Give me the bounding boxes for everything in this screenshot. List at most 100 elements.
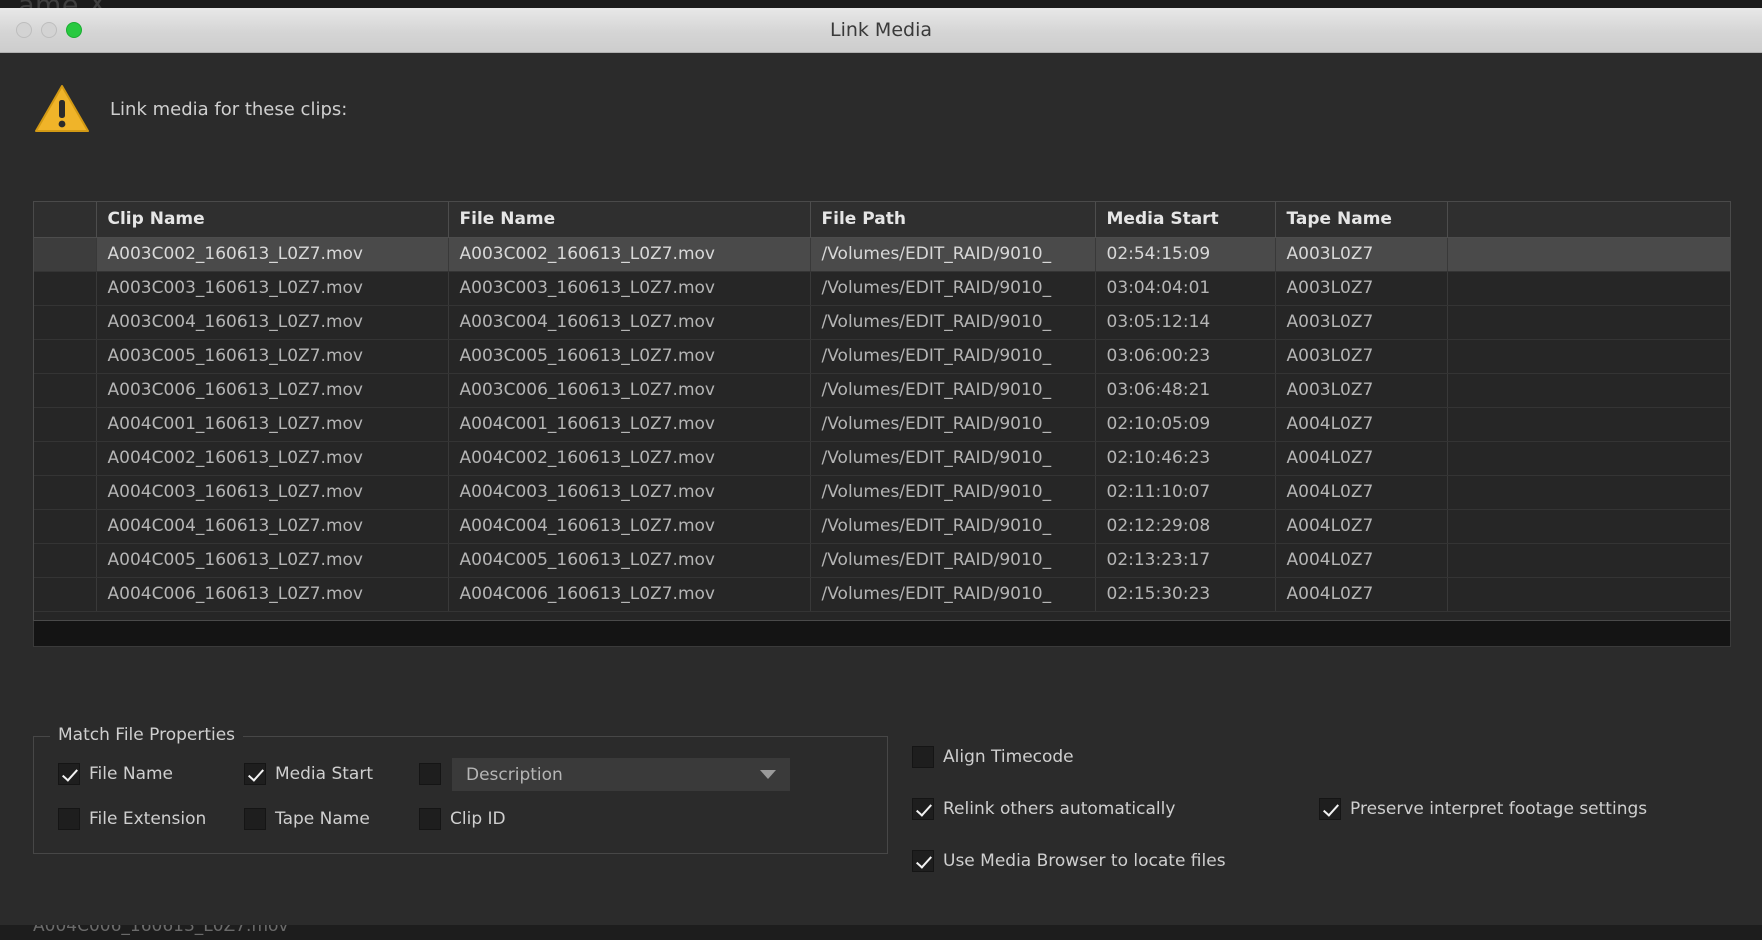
cell-extra[interactable] [1447, 407, 1730, 442]
table-row[interactable]: A004C005_160613_L0Z7.mov A004C005_160613_… [34, 543, 1730, 578]
cell-file-path[interactable]: /Volumes/EDIT_RAID/9010_ [810, 305, 1096, 340]
cell-file-path[interactable]: /Volumes/EDIT_RAID/9010_ [810, 441, 1096, 476]
table-row[interactable]: A003C004_160613_L0Z7.mov A003C004_160613_… [34, 305, 1730, 340]
checkbox-media-start-box[interactable] [244, 763, 266, 785]
checkbox-preserve-interpret-box[interactable] [1319, 798, 1341, 820]
cell-extra[interactable] [1447, 237, 1730, 272]
cell-tape-name[interactable]: A003L0Z7 [1275, 237, 1448, 272]
cell-tape-name[interactable]: A004L0Z7 [1275, 407, 1448, 442]
cell-extra[interactable] [1447, 271, 1730, 306]
column-header-gutter[interactable] [34, 202, 97, 238]
cell-media-start[interactable]: 03:06:48:21 [1095, 373, 1276, 408]
checkbox-media-start[interactable]: Media Start [244, 763, 373, 785]
description-dropdown[interactable]: Description [452, 758, 790, 791]
cell-extra[interactable] [1447, 509, 1730, 544]
cell-clip-name[interactable]: A004C004_160613_L0Z7.mov [96, 509, 449, 544]
checkbox-tape-name-box[interactable] [244, 808, 266, 830]
chevron-down-icon[interactable] [760, 770, 776, 779]
cell-media-start[interactable]: 02:12:29:08 [1095, 509, 1276, 544]
checkbox-file-name-box[interactable] [58, 763, 80, 785]
table-row[interactable]: A003C005_160613_L0Z7.mov A003C005_160613_… [34, 339, 1730, 374]
checkbox-use-media-browser[interactable]: Use Media Browser to locate files [912, 850, 1226, 872]
row-gutter[interactable] [34, 373, 97, 408]
cell-extra[interactable] [1447, 577, 1730, 612]
checkbox-file-extension[interactable]: File Extension [58, 808, 206, 830]
cell-file-name[interactable]: A003C005_160613_L0Z7.mov [448, 339, 811, 374]
table-row[interactable]: A004C001_160613_L0Z7.mov A004C001_160613_… [34, 407, 1730, 442]
cell-file-name[interactable]: A003C004_160613_L0Z7.mov [448, 305, 811, 340]
table-row[interactable]: A004C003_160613_L0Z7.mov A004C003_160613_… [34, 475, 1730, 510]
cell-file-name[interactable]: A003C002_160613_L0Z7.mov [448, 237, 811, 272]
cell-media-start[interactable]: 03:05:12:14 [1095, 305, 1276, 340]
cell-tape-name[interactable]: A003L0Z7 [1275, 339, 1448, 374]
cell-clip-name[interactable]: A004C005_160613_L0Z7.mov [96, 543, 449, 578]
cell-clip-name[interactable]: A003C006_160613_L0Z7.mov [96, 373, 449, 408]
cell-file-path[interactable]: /Volumes/EDIT_RAID/9010_ [810, 339, 1096, 374]
cell-media-start[interactable]: 02:54:15:09 [1095, 237, 1276, 272]
checkbox-file-name[interactable]: File Name [58, 763, 173, 785]
cell-file-name[interactable]: A004C005_160613_L0Z7.mov [448, 543, 811, 578]
cell-clip-name[interactable]: A003C004_160613_L0Z7.mov [96, 305, 449, 340]
cell-file-path[interactable]: /Volumes/EDIT_RAID/9010_ [810, 407, 1096, 442]
table-row[interactable]: A003C003_160613_L0Z7.mov A003C003_160613_… [34, 271, 1730, 306]
cell-media-start[interactable]: 02:13:23:17 [1095, 543, 1276, 578]
checkbox-use-media-browser-box[interactable] [912, 850, 934, 872]
cell-clip-name[interactable]: A003C005_160613_L0Z7.mov [96, 339, 449, 374]
cell-file-path[interactable]: /Volumes/EDIT_RAID/9010_ [810, 577, 1096, 612]
row-gutter[interactable] [34, 509, 97, 544]
checkbox-clip-id-box[interactable] [419, 808, 441, 830]
table-row[interactable]: A004C004_160613_L0Z7.mov A004C004_160613_… [34, 509, 1730, 544]
table-horizontal-scrollbar[interactable] [33, 621, 1731, 647]
table-row[interactable]: A003C006_160613_L0Z7.mov A003C006_160613_… [34, 373, 1730, 408]
cell-tape-name[interactable]: A004L0Z7 [1275, 509, 1448, 544]
cell-media-start[interactable]: 03:06:00:23 [1095, 339, 1276, 374]
checkbox-align-timecode-box[interactable] [912, 746, 934, 768]
cell-tape-name[interactable]: A003L0Z7 [1275, 305, 1448, 340]
checkbox-clip-id[interactable]: Clip ID [419, 808, 506, 830]
cell-clip-name[interactable]: A004C003_160613_L0Z7.mov [96, 475, 449, 510]
column-header-media-start[interactable]: Media Start [1095, 202, 1276, 238]
column-header-file-name[interactable]: File Name [448, 202, 811, 238]
cell-file-name[interactable]: A003C006_160613_L0Z7.mov [448, 373, 811, 408]
row-gutter[interactable] [34, 441, 97, 476]
cell-file-name[interactable]: A004C001_160613_L0Z7.mov [448, 407, 811, 442]
cell-extra[interactable] [1447, 441, 1730, 476]
cell-clip-name[interactable]: A003C003_160613_L0Z7.mov [96, 271, 449, 306]
column-header-tape-name[interactable]: Tape Name [1275, 202, 1448, 238]
cell-file-name[interactable]: A003C003_160613_L0Z7.mov [448, 271, 811, 306]
cell-extra[interactable] [1447, 475, 1730, 510]
row-gutter[interactable] [34, 577, 97, 612]
row-gutter[interactable] [34, 237, 97, 272]
column-header-file-path[interactable]: File Path [810, 202, 1096, 238]
cell-file-path[interactable]: /Volumes/EDIT_RAID/9010_ [810, 237, 1096, 272]
cell-clip-name[interactable]: A003C002_160613_L0Z7.mov [96, 237, 449, 272]
row-gutter[interactable] [34, 271, 97, 306]
cell-tape-name[interactable]: A004L0Z7 [1275, 543, 1448, 578]
checkbox-description[interactable] [419, 763, 441, 785]
row-gutter[interactable] [34, 305, 97, 340]
cell-tape-name[interactable]: A003L0Z7 [1275, 373, 1448, 408]
cell-file-path[interactable]: /Volumes/EDIT_RAID/9010_ [810, 373, 1096, 408]
cell-extra[interactable] [1447, 373, 1730, 408]
table-row[interactable]: A004C002_160613_L0Z7.mov A004C002_160613_… [34, 441, 1730, 476]
checkbox-file-extension-box[interactable] [58, 808, 80, 830]
row-gutter[interactable] [34, 475, 97, 510]
cell-tape-name[interactable]: A004L0Z7 [1275, 475, 1448, 510]
row-gutter[interactable] [34, 339, 97, 374]
checkbox-description-box[interactable] [419, 763, 441, 785]
checkbox-preserve-interpret[interactable]: Preserve interpret footage settings [1319, 798, 1647, 820]
cell-extra[interactable] [1447, 339, 1730, 374]
cell-file-name[interactable]: A004C002_160613_L0Z7.mov [448, 441, 811, 476]
cell-tape-name[interactable]: A004L0Z7 [1275, 441, 1448, 476]
table-row[interactable]: A004C006_160613_L0Z7.mov A004C006_160613_… [34, 577, 1730, 612]
cell-file-name[interactable]: A004C004_160613_L0Z7.mov [448, 509, 811, 544]
cell-extra[interactable] [1447, 543, 1730, 578]
cell-clip-name[interactable]: A004C001_160613_L0Z7.mov [96, 407, 449, 442]
cell-tape-name[interactable]: A004L0Z7 [1275, 577, 1448, 612]
cell-clip-name[interactable]: A004C002_160613_L0Z7.mov [96, 441, 449, 476]
checkbox-relink-others-box[interactable] [912, 798, 934, 820]
cell-file-path[interactable]: /Volumes/EDIT_RAID/9010_ [810, 543, 1096, 578]
table-row[interactable]: A003C002_160613_L0Z7.mov A003C002_160613_… [34, 237, 1730, 272]
cell-file-path[interactable]: /Volumes/EDIT_RAID/9010_ [810, 271, 1096, 306]
column-header-extra[interactable] [1447, 202, 1730, 238]
